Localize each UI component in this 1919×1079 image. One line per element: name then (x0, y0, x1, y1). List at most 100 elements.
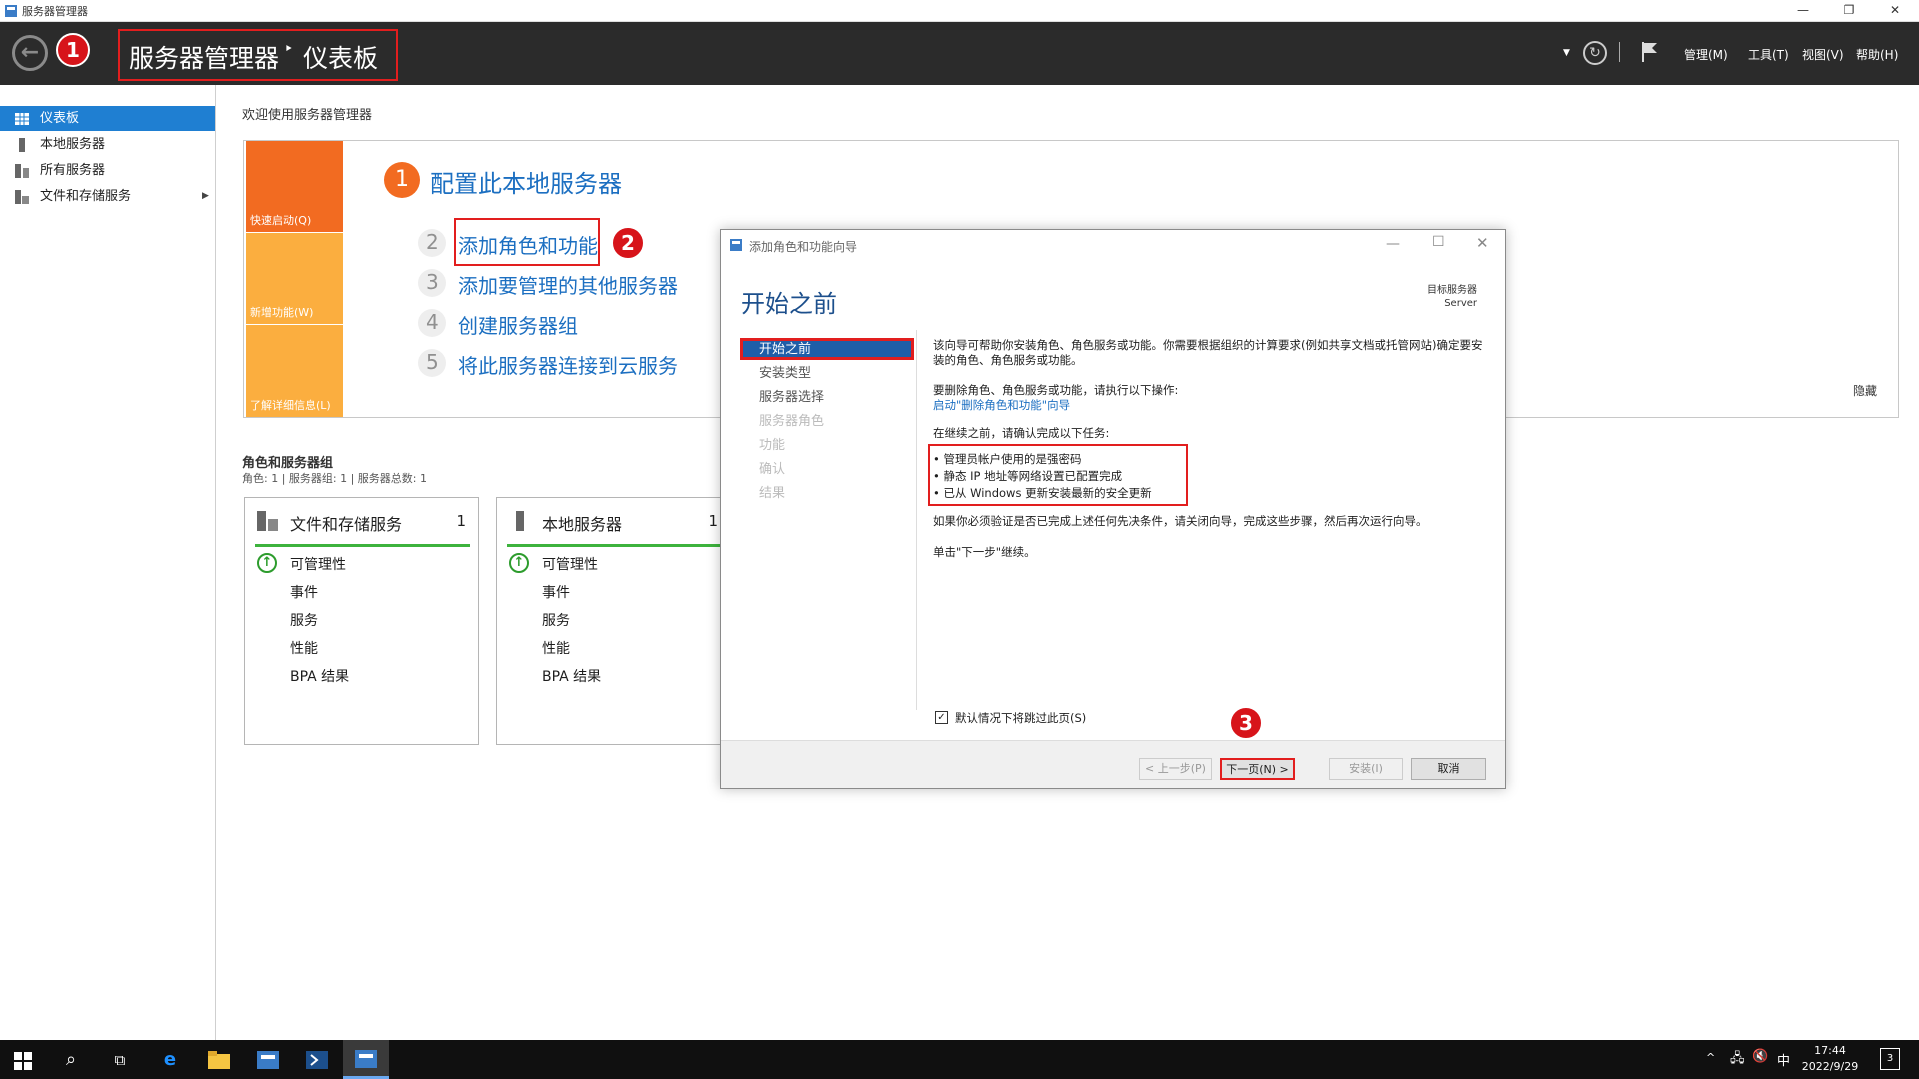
tile-learn-more[interactable]: 了解详细信息(L) (246, 325, 343, 417)
sidebar: 仪表板 本地服务器 所有服务器 文件和存储服务 ▶ (0, 85, 216, 1040)
bullet-item: • 静态 IP 地址等网络设置已配置完成 (933, 469, 1123, 483)
nav-server-roles: 服务器角色 (759, 414, 825, 429)
file-explorer-icon[interactable] (208, 1051, 230, 1069)
dropdown-arrow-icon[interactable]: ▼ (1563, 48, 1570, 58)
intro-text: 该向导可帮助你安装角色、角色服务或功能。你需要根据组织的计算要求(例如共享文档或… (933, 338, 1483, 367)
volume-muted-icon[interactable]: 🔇 (1752, 1049, 1768, 1064)
menu-manage[interactable]: 管理(M) (1684, 46, 1728, 63)
welcome-heading: 欢迎使用服务器管理器 (242, 108, 373, 123)
sidebar-item-local-server[interactable]: 本地服务器 (0, 132, 215, 157)
minimize-button[interactable]: — (1780, 0, 1826, 22)
verify-text: 如果你必须验证是否已完成上述任何先决条件，请关闭向导，完成这些步骤，然后再次运行… (933, 514, 1428, 528)
sidebar-item-label: 本地服务器 (40, 137, 106, 152)
restore-button[interactable]: ❐ (1826, 0, 1872, 22)
servers-icon (15, 164, 29, 178)
card-row-performance[interactable]: 性能 (542, 638, 570, 658)
roles-summary: 角色: 1 | 服务器组: 1 | 服务器总数: 1 (242, 472, 428, 485)
clock[interactable]: 17:44 2022/9/29 (1795, 1043, 1865, 1075)
windows-start-icon[interactable] (14, 1052, 32, 1070)
previous-button[interactable]: < 上一步(P) (1139, 758, 1212, 780)
card-row-manageability[interactable]: 可管理性 (290, 554, 346, 574)
hide-link[interactable]: 隐藏 (1853, 382, 1877, 399)
powershell-icon[interactable] (306, 1051, 328, 1069)
server-icon (516, 511, 524, 531)
nav-features: 功能 (759, 438, 786, 453)
active-app-tab[interactable] (343, 1040, 389, 1079)
server-icon (19, 138, 25, 152)
ime-indicator[interactable]: 中 (1777, 1050, 1790, 1069)
card-row-events[interactable]: 事件 (290, 582, 318, 602)
prereq-text: 在继续之前，请确认完成以下任务: (933, 426, 1110, 440)
breadcrumb-separator: ‣ (284, 39, 294, 58)
nav-confirmation: 确认 (759, 462, 786, 477)
step3-number: 3 (426, 270, 439, 294)
annotation-badge-3: 3 (1229, 706, 1263, 740)
back-arrow-icon[interactable]: ← (12, 35, 48, 71)
target-server: 目标服务器 Server (1427, 284, 1477, 310)
menu-tools[interactable]: 工具(T) (1748, 46, 1789, 63)
storage-icon (257, 511, 278, 531)
step1-link[interactable]: 配置此本地服务器 (430, 164, 622, 199)
close-button[interactable]: ✕ (1872, 0, 1918, 22)
nav-install-type[interactable]: 安装类型 (740, 363, 914, 385)
dialog-maximize-button[interactable]: ☐ (1432, 234, 1445, 250)
network-icon[interactable]: 🖧 (1730, 1049, 1745, 1071)
sidebar-item-dashboard[interactable]: 仪表板 (0, 106, 215, 131)
nav-results: 结果 (759, 486, 786, 501)
notifications-flag-icon[interactable] (1640, 40, 1660, 64)
skip-checkbox[interactable]: ✓ (935, 711, 948, 724)
notification-center-icon[interactable]: 3 (1880, 1048, 1900, 1070)
clock-time: 17:44 (1814, 1044, 1846, 1057)
dialog-heading: 开始之前 (741, 290, 837, 318)
sidebar-item-file-storage[interactable]: 文件和存储服务 ▶ (0, 184, 215, 209)
breadcrumb: 服务器管理器 ‣ 仪表板 (118, 29, 398, 81)
add-roles-wizard-dialog: 添加角色和功能向导 — ☐ ✕ 开始之前 目标服务器 Server 开始之前 安… (720, 229, 1506, 789)
ie-icon[interactable]: e (157, 1047, 183, 1073)
menu-help[interactable]: 帮助(H) (1856, 46, 1898, 63)
sidebar-item-all-servers[interactable]: 所有服务器 (0, 158, 215, 183)
card-local-server[interactable]: 本地服务器 1 ↑ 可管理性 事件 服务 性能 BPA 结果 (496, 497, 731, 745)
install-button[interactable]: 安装(I) (1329, 758, 1403, 780)
window-title: 服务器管理器 (22, 5, 88, 18)
step5-number: 5 (426, 350, 439, 374)
card-row-performance[interactable]: 性能 (290, 638, 318, 658)
server-manager-taskbar-icon[interactable] (257, 1051, 279, 1069)
step2-link-add-roles[interactable]: 添加角色和功能 (458, 230, 598, 259)
card-file-storage[interactable]: 文件和存储服务 1 ↑ 可管理性 事件 服务 性能 BPA 结果 (244, 497, 479, 745)
storage-icon (15, 190, 29, 204)
card-title: 本地服务器 (542, 515, 623, 534)
card-row-services[interactable]: 服务 (290, 610, 318, 630)
tile-whats-new[interactable]: 新增功能(W) (246, 233, 343, 324)
task-view-icon[interactable]: ⧉ (107, 1047, 133, 1073)
card-count: 1 (708, 512, 718, 530)
card-row-bpa[interactable]: BPA 结果 (290, 666, 349, 686)
dialog-minimize-button[interactable]: — (1386, 236, 1400, 252)
breadcrumb-app[interactable]: 服务器管理器 (129, 39, 279, 75)
tray-chevron-icon[interactable]: ^ (1706, 1051, 1715, 1064)
step3-link[interactable]: 添加要管理的其他服务器 (458, 270, 678, 299)
header-divider (1619, 42, 1620, 62)
menu-view[interactable]: 视图(V) (1802, 46, 1844, 63)
divider (916, 330, 917, 710)
taskbar (0, 1040, 1919, 1079)
step4-link[interactable]: 创建服务器组 (458, 310, 578, 339)
card-row-events[interactable]: 事件 (542, 582, 570, 602)
remove-wizard-link[interactable]: 启动"删除角色和功能"向导 (933, 398, 1070, 413)
refresh-icon[interactable]: ↻ (1583, 41, 1607, 65)
card-row-bpa[interactable]: BPA 结果 (542, 666, 601, 686)
card-row-manageability[interactable]: 可管理性 (542, 554, 598, 574)
card-row-services[interactable]: 服务 (542, 610, 570, 630)
bullet-item: • 已从 Windows 更新安装最新的安全更新 (933, 486, 1152, 500)
next-button[interactable]: 下一页(N) > (1220, 758, 1295, 780)
tile-quick-start[interactable]: 快速启动(Q) (246, 141, 343, 232)
clock-date: 2022/9/29 (1801, 1060, 1859, 1073)
breadcrumb-page: 仪表板 (303, 44, 379, 73)
dashboard-icon (15, 113, 29, 125)
nav-before-you-begin[interactable]: 开始之前 (740, 338, 914, 360)
step5-link[interactable]: 将此服务器连接到云服务 (458, 350, 678, 379)
dialog-close-button[interactable]: ✕ (1476, 234, 1489, 252)
cancel-button[interactable]: 取消 (1411, 758, 1486, 780)
nav-server-selection[interactable]: 服务器选择 (740, 387, 914, 409)
status-bar (507, 544, 722, 547)
search-icon[interactable]: ⌕ (58, 1047, 84, 1073)
